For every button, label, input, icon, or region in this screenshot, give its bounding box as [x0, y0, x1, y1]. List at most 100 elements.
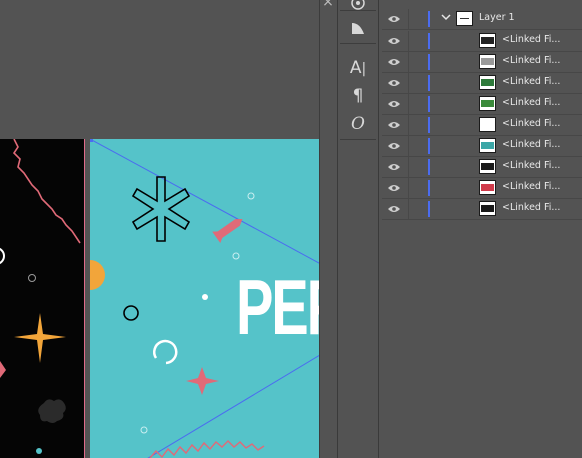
- layer-thumbnail: [479, 117, 496, 132]
- gradient-icon[interactable]: [338, 17, 378, 39]
- layer-name[interactable]: <Linked Fi...: [502, 139, 560, 150]
- pink-zigzag-shape: [149, 440, 265, 458]
- eye-icon[interactable]: [388, 57, 400, 67]
- eye-icon[interactable]: [388, 120, 400, 130]
- thumbnail-art: [481, 79, 494, 86]
- lock-toggle[interactable]: [408, 115, 429, 135]
- close-icon[interactable]: ×: [321, 0, 335, 9]
- layer-thumbnail: [479, 54, 496, 69]
- eye-icon[interactable]: [388, 204, 400, 214]
- layer-name[interactable]: <Linked Fi...: [502, 160, 560, 171]
- poster-headline: PEF: [236, 263, 319, 351]
- eye-icon[interactable]: [388, 78, 400, 88]
- layer-name[interactable]: <Linked Fi...: [502, 55, 560, 66]
- layer-thumbnail: [479, 180, 496, 195]
- layer-row[interactable]: <Linked Fi...: [382, 199, 582, 220]
- speech-ring-shape: [153, 339, 178, 365]
- eye-icon[interactable]: [388, 162, 400, 172]
- layer-row[interactable]: <Linked Fi...: [382, 31, 582, 52]
- paragraph-icon[interactable]: ¶: [338, 85, 378, 107]
- layer-name[interactable]: Layer 1: [479, 12, 515, 23]
- left-artboard-artwork: [0, 138, 81, 454]
- layer-row[interactable]: <Linked Fi...: [382, 115, 582, 136]
- layer-thumbnail: [456, 11, 473, 26]
- layer-thumbnail: [479, 75, 496, 90]
- ring-shape: [0, 247, 5, 265]
- panel-dock-icons: A| ¶ O: [337, 0, 379, 458]
- eye-icon[interactable]: [388, 141, 400, 151]
- panel-collapse-strip: [319, 0, 338, 458]
- layer-name[interactable]: <Linked Fi...: [502, 181, 560, 192]
- document-canvas[interactable]: PEF: [0, 0, 319, 458]
- small-circle-shape: [140, 426, 148, 434]
- lock-toggle[interactable]: [408, 157, 429, 177]
- thumbnail-art: [481, 58, 494, 65]
- layer-thumbnail: [479, 138, 496, 153]
- cloud-shape: [38, 399, 66, 423]
- lock-toggle[interactable]: [408, 31, 429, 51]
- pink-triangle-shape: [0, 361, 6, 378]
- layer-row[interactable]: <Linked Fi...: [382, 178, 582, 199]
- lock-toggle[interactable]: [408, 178, 429, 198]
- lock-toggle[interactable]: [408, 9, 429, 29]
- thumbnail-art: [481, 142, 494, 149]
- orange-gear-shape: [90, 260, 105, 290]
- opentype-icon[interactable]: O: [338, 113, 378, 135]
- layer-row-parent[interactable]: Layer 1: [382, 9, 582, 30]
- layer-thumbnail: [479, 96, 496, 111]
- asterisk-shape: [131, 176, 191, 242]
- layer-thumbnail: [479, 159, 496, 174]
- layer-color-bar: [428, 33, 430, 49]
- layer-name[interactable]: <Linked Fi...: [502, 118, 560, 129]
- small-circle-shape: [247, 192, 255, 200]
- thumbnail-art: [481, 37, 494, 44]
- layer-row[interactable]: <Linked Fi...: [382, 94, 582, 115]
- layer-color-bar: [428, 11, 430, 27]
- zigzag-shape: [12, 138, 81, 244]
- lock-toggle[interactable]: [408, 73, 429, 93]
- layer-color-bar: [428, 138, 430, 154]
- eye-icon[interactable]: [388, 36, 400, 46]
- thumbnail-art: [481, 100, 494, 107]
- eye-icon[interactable]: [388, 183, 400, 193]
- layer-color-bar: [428, 180, 430, 196]
- small-circle-shape: [232, 252, 240, 260]
- pink-sparkle-shape: [186, 367, 219, 395]
- small-circle-shape: [28, 274, 36, 282]
- eye-icon[interactable]: [388, 14, 400, 24]
- layer-row[interactable]: <Linked Fi...: [382, 157, 582, 178]
- lock-toggle[interactable]: [408, 94, 429, 114]
- sparkle-shape: [14, 313, 66, 363]
- layer-row[interactable]: <Linked Fi...: [382, 73, 582, 94]
- layer-name[interactable]: <Linked Fi...: [502, 76, 560, 87]
- lock-toggle[interactable]: [408, 199, 429, 219]
- layer-color-bar: [428, 201, 430, 217]
- layer-thumbnail: [479, 201, 496, 216]
- layer-color-bar: [428, 159, 430, 175]
- layer-name[interactable]: <Linked Fi...: [502, 34, 560, 45]
- layer-row[interactable]: <Linked Fi...: [382, 136, 582, 157]
- layer-row[interactable]: <Linked Fi...: [382, 52, 582, 73]
- selection-line: [147, 355, 319, 458]
- artboard-left[interactable]: [0, 138, 84, 458]
- black-ring-shape: [123, 305, 139, 321]
- layer-name[interactable]: <Linked Fi...: [502, 202, 560, 213]
- character-icon[interactable]: A|: [338, 57, 378, 79]
- chevron-down-icon[interactable]: [440, 12, 452, 24]
- white-dot-shape: [202, 294, 208, 300]
- thumbnail-art: [481, 184, 494, 191]
- layer-color-bar: [428, 54, 430, 70]
- dot-shape: [36, 448, 42, 454]
- lock-toggle[interactable]: [408, 52, 429, 72]
- layer-thumbnail: [479, 33, 496, 48]
- thumbnail-art: [481, 121, 494, 128]
- selection-handle: [90, 139, 93, 142]
- layer-color-bar: [428, 75, 430, 91]
- symbol-sprayer-icon[interactable]: [338, 0, 378, 14]
- rocket-shape: [212, 218, 243, 244]
- thumbnail-art: [481, 163, 494, 170]
- layer-name[interactable]: <Linked Fi...: [502, 97, 560, 108]
- layer-color-bar: [428, 117, 430, 133]
- eye-icon[interactable]: [388, 99, 400, 109]
- lock-toggle[interactable]: [408, 136, 429, 156]
